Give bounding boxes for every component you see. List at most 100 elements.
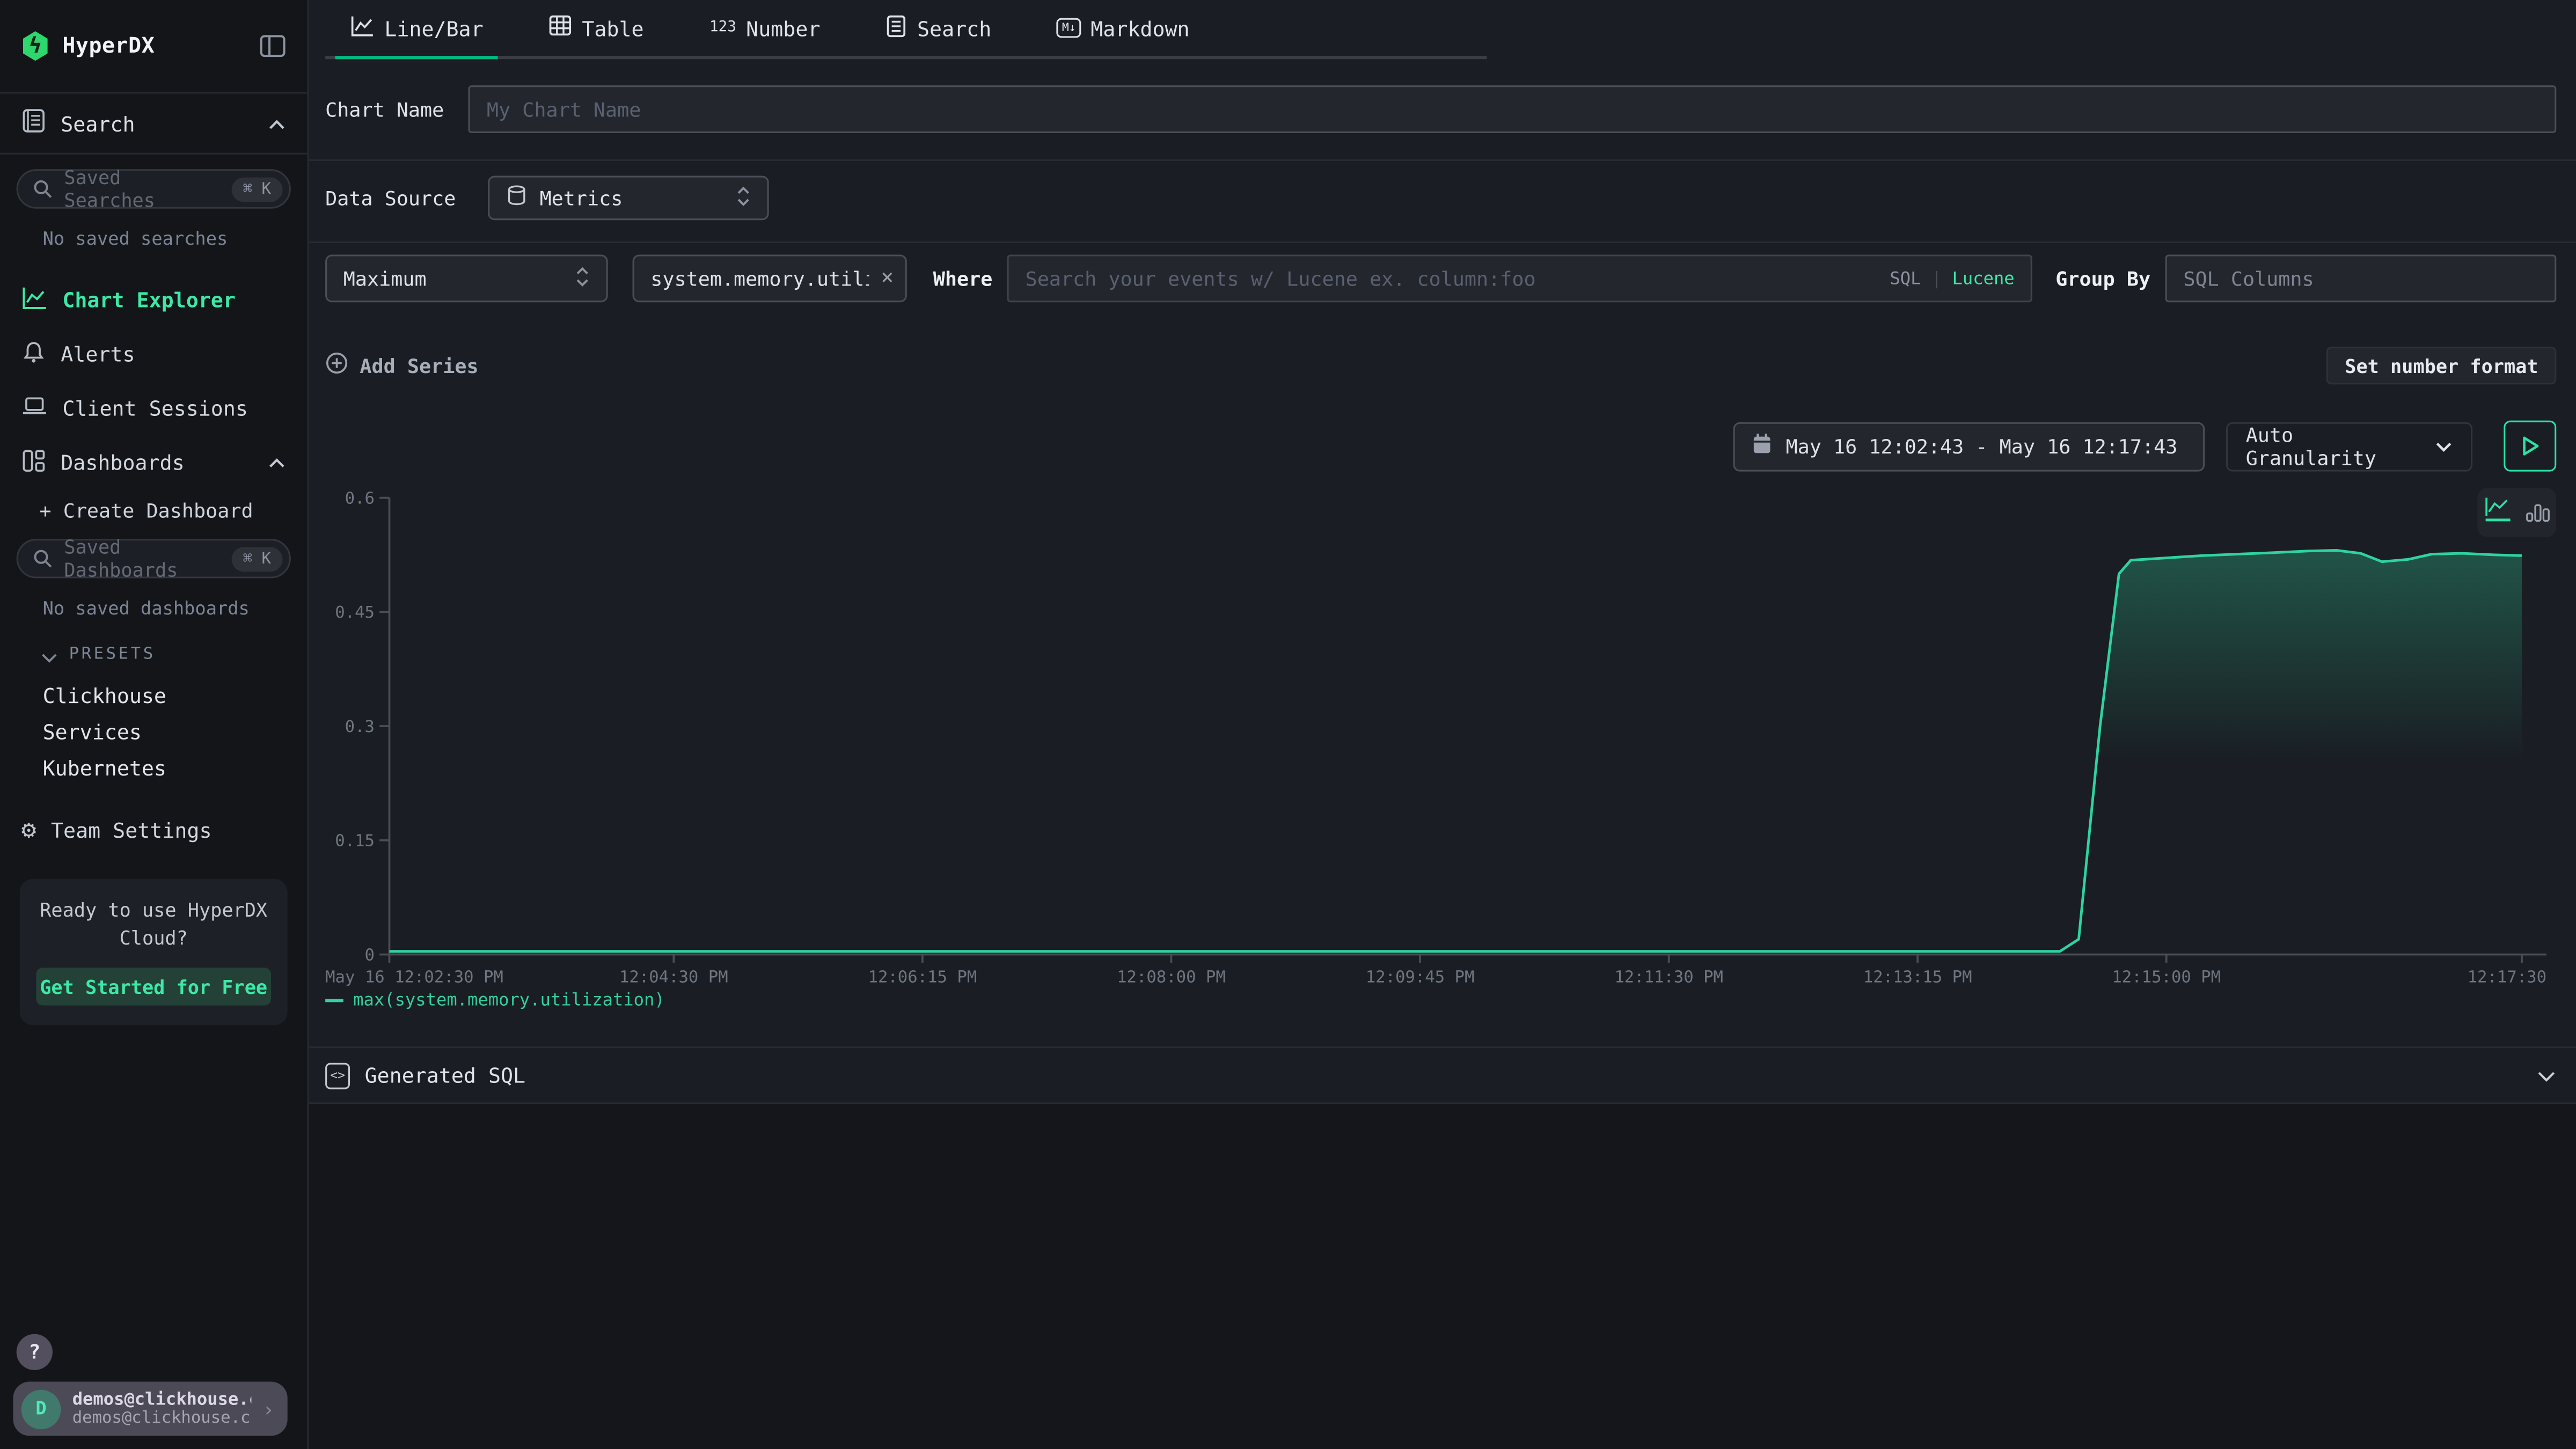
collapse-sidebar-icon[interactable] xyxy=(260,34,286,57)
bell-icon xyxy=(21,339,46,369)
svg-text:0.6: 0.6 xyxy=(345,489,375,508)
sidebar-item-dashboards[interactable]: Dashboards xyxy=(17,435,291,489)
close-icon[interactable]: × xyxy=(881,266,894,291)
play-icon xyxy=(2519,434,2542,458)
tab-number[interactable]: 123 Number xyxy=(694,0,835,56)
set-number-format-button[interactable]: Set number format xyxy=(2327,347,2557,384)
divider xyxy=(309,241,2576,243)
shortcut-badge: ⌘ K xyxy=(231,177,282,201)
tab-line-bar[interactable]: Line/Bar xyxy=(335,0,498,56)
where-label: Where xyxy=(933,267,993,290)
avatar: D xyxy=(21,1389,61,1428)
legend-label: max(system.memory.utilization) xyxy=(353,991,665,1011)
user-texts: demos@clickhouse.com demos@clickhouse.co… xyxy=(72,1390,251,1428)
where-search-input[interactable]: Search your events w/ Lucene ex. column:… xyxy=(1007,254,2032,302)
chart-name-row: Chart Name My Chart Name xyxy=(325,85,2556,133)
tab-markdown[interactable]: M↓ Markdown xyxy=(1042,0,1204,56)
sidebar-item-label: Search xyxy=(61,111,135,136)
chart-name-placeholder: My Chart Name xyxy=(487,98,641,121)
legend-item[interactable]: max(system.memory.utilization) xyxy=(325,991,665,1011)
chart-display-toggle xyxy=(2477,488,2556,537)
number-123-icon: 123 xyxy=(709,20,736,36)
sidebar-header: ϟ HyperDX xyxy=(0,0,307,93)
tab-table[interactable]: Table xyxy=(535,0,659,56)
svg-text:12:08:00 PM: 12:08:00 PM xyxy=(1117,968,1226,987)
tab-search[interactable]: Search xyxy=(871,0,1006,56)
data-source-select[interactable]: Metrics xyxy=(489,176,770,221)
journal-icon xyxy=(21,108,46,138)
series-row: Maximum system.memory.utiliza × Where Se… xyxy=(325,254,2556,302)
svg-text:0.15: 0.15 xyxy=(335,832,375,851)
svg-text:12:17:30 PM: 12:17:30 PM xyxy=(2468,968,2557,987)
preset-item-services[interactable]: Services xyxy=(43,713,291,749)
document-icon xyxy=(886,14,908,42)
no-saved-dashboards-text: No saved dashboards xyxy=(43,598,291,619)
sidebar-item-chart-explorer[interactable]: Chart Explorer xyxy=(17,273,291,327)
date-range-picker[interactable]: May 16 12:02:43 - May 16 12:17:43 xyxy=(1733,421,2205,471)
svg-text:12:04:30 PM: 12:04:30 PM xyxy=(619,968,728,987)
chart-canvas[interactable]: 00.150.30.450.6May 16 12:02:30 PM12:04:3… xyxy=(325,477,2556,989)
group-by-placeholder: SQL Columns xyxy=(2183,267,2314,290)
svg-text:12:15:00 PM: 12:15:00 PM xyxy=(2112,968,2221,987)
app-window: ϟ HyperDX Search Saved Searches ⌘ K xyxy=(0,0,2576,1449)
metric-field-value: system.memory.utiliza xyxy=(650,267,869,290)
sidebar-item-label: Team Settings xyxy=(51,818,212,843)
svg-text:12:11:30 PM: 12:11:30 PM xyxy=(1614,968,1723,987)
sidebar-item-alerts[interactable]: Alerts xyxy=(17,327,291,381)
chevron-down-icon xyxy=(2537,1059,2557,1091)
no-saved-searches-text: No saved searches xyxy=(43,229,291,250)
presets-toggle[interactable]: PRESETS xyxy=(41,639,291,670)
help-button[interactable]: ? xyxy=(17,1334,53,1370)
group-by-input[interactable]: SQL Columns xyxy=(2165,254,2557,302)
get-started-button[interactable]: Get Started for Free xyxy=(36,968,271,1005)
aggregation-value: Maximum xyxy=(343,267,427,290)
sidebar-item-client-sessions[interactable]: Client Sessions xyxy=(17,381,291,435)
gear-icon: ⚙ xyxy=(21,818,36,843)
saved-searches-input[interactable]: Saved Searches ⌘ K xyxy=(17,169,291,208)
chart-name-label: Chart Name xyxy=(325,98,444,121)
svg-text:0: 0 xyxy=(365,946,375,964)
aggregation-select[interactable]: Maximum xyxy=(325,254,608,302)
sidebar-content: Saved Searches ⌘ K No saved searches Cha… xyxy=(0,155,307,1449)
query-language-toggle: SQL | Lucene xyxy=(1890,269,2014,289)
svg-text:12:09:45 PM: 12:09:45 PM xyxy=(1366,968,1475,987)
chevron-up-icon[interactable] xyxy=(268,111,286,136)
lucene-toggle[interactable]: Lucene xyxy=(1952,269,2015,289)
where-placeholder: Search your events w/ Lucene ex. column:… xyxy=(1026,267,1536,290)
cloud-promo-text: Ready to use HyperDX Cloud? xyxy=(36,897,271,953)
user-menu[interactable]: D demos@clickhouse.com demos@clickhouse.… xyxy=(13,1381,287,1436)
chevron-up-icon[interactable] xyxy=(268,450,286,475)
chevron-down-icon xyxy=(41,639,58,670)
markdown-icon: M↓ xyxy=(1057,18,1081,38)
group-by-label: Group By xyxy=(2055,267,2150,290)
main-content: Line/Bar Table 123 Number Search M↓ Ma xyxy=(309,0,2576,1449)
sidebar-item-search[interactable]: Search xyxy=(0,93,307,154)
updown-chevrons-icon xyxy=(737,185,752,211)
run-query-button[interactable] xyxy=(2504,421,2556,472)
bar-view-icon[interactable] xyxy=(2524,497,2551,528)
line-chart-icon xyxy=(350,14,375,42)
sidebar-item-label: Alerts xyxy=(61,342,135,367)
create-dashboard-button[interactable]: + Create Dashboard xyxy=(39,500,290,523)
metric-field-tag[interactable]: system.memory.utiliza × xyxy=(633,254,907,302)
dashboard-grid-icon xyxy=(21,448,46,477)
date-range-value: May 16 12:02:43 - May 16 12:17:43 xyxy=(1786,435,2178,458)
granularity-select[interactable]: Auto Granularity xyxy=(2226,421,2472,471)
granularity-value: Auto Granularity xyxy=(2246,423,2435,469)
sidebar-item-label: Client Sessions xyxy=(62,396,248,421)
chart-name-input[interactable]: My Chart Name xyxy=(469,85,2556,133)
table-icon xyxy=(549,15,572,41)
saved-searches-placeholder: Saved Searches xyxy=(64,166,219,212)
generated-sql-toggle[interactable]: <> Generated SQL xyxy=(325,1048,2556,1102)
hyperdx-logo-icon: ϟ xyxy=(21,31,49,61)
chart-area: 00.150.30.450.6May 16 12:02:30 PM12:04:3… xyxy=(325,477,2556,989)
sql-toggle[interactable]: SQL xyxy=(1890,269,1921,289)
line-view-icon[interactable] xyxy=(2483,496,2511,529)
preset-item-clickhouse[interactable]: Clickhouse xyxy=(43,677,291,713)
laptop-icon xyxy=(21,394,48,422)
preset-item-kubernetes[interactable]: Kubernetes xyxy=(43,749,291,785)
add-series-button[interactable]: Add Series xyxy=(325,352,478,379)
chart-toolbar: May 16 12:02:43 - May 16 12:17:43 Auto G… xyxy=(325,421,2556,472)
sidebar-item-team-settings[interactable]: ⚙ Team Settings xyxy=(21,818,291,843)
saved-dashboards-input[interactable]: Saved Dashboards ⌘ K xyxy=(17,539,291,578)
